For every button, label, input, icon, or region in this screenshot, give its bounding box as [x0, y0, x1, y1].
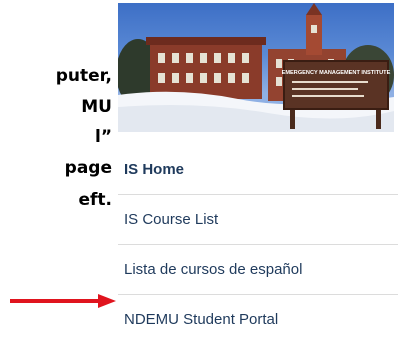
campus-photo: EMERGENCY MANAGEMENT INSTITUTE — [118, 3, 394, 132]
nav-item-is-course-list[interactable]: IS Course List — [118, 195, 398, 245]
side-nav-menu: IS Home IS Course List Lista de cursos d… — [118, 145, 398, 343]
red-arrow-icon — [10, 294, 116, 308]
instruction-line: puter, — [55, 66, 112, 86]
nav-item-label: Lista de cursos de español — [124, 261, 303, 278]
instruction-line: l” — [95, 127, 112, 147]
nav-item-label: IS Course List — [124, 211, 219, 228]
nav-item-label: NDEMU Student Portal — [124, 311, 279, 328]
instruction-line: page — [64, 158, 112, 178]
sign-title: EMERGENCY MANAGEMENT INSTITUTE — [282, 70, 391, 76]
nav-item-lista-de-cursos[interactable]: Lista de cursos de español — [118, 245, 398, 295]
instruction-line: eft. — [78, 190, 112, 210]
nav-item-is-home[interactable]: IS Home — [118, 145, 398, 195]
instruction-line: MU — [81, 97, 112, 117]
nav-item-label: IS Home — [124, 161, 185, 178]
nav-item-ndemu-student-portal[interactable]: NDEMU Student Portal — [118, 295, 398, 343]
